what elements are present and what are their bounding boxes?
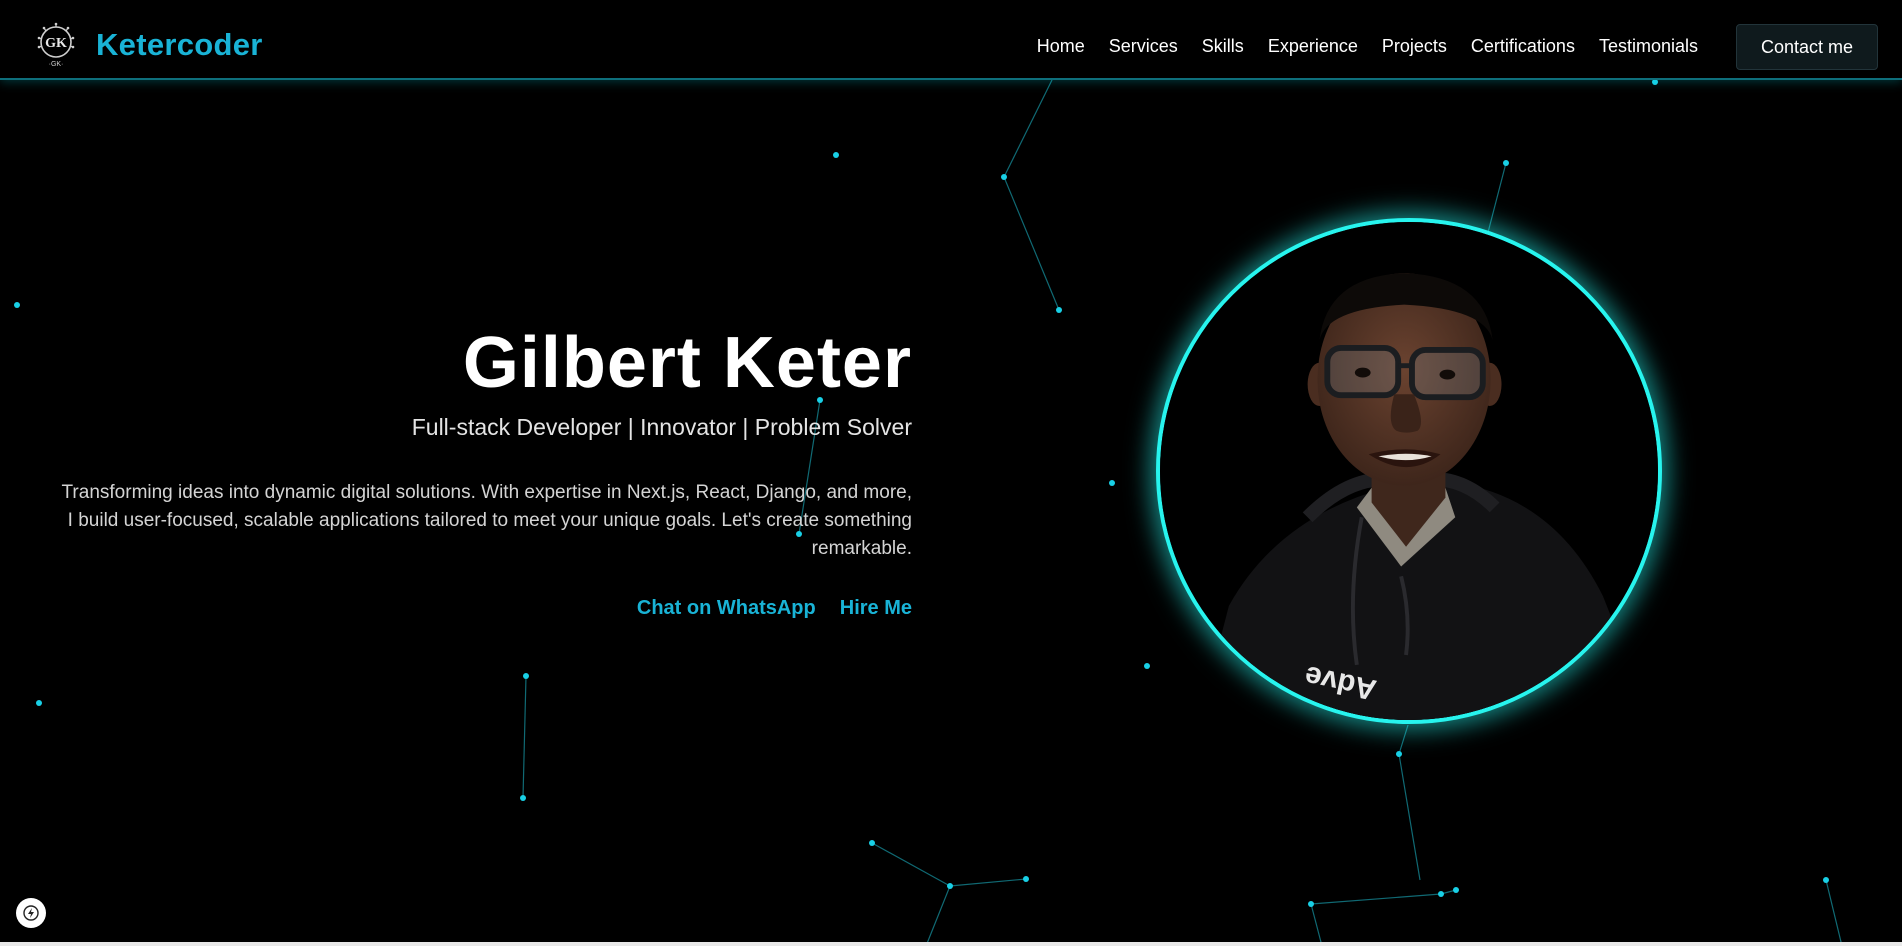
contact-me-button[interactable]: Contact me xyxy=(1736,24,1878,70)
hero-tagline: Full-stack Developer | Innovator | Probl… xyxy=(411,414,912,440)
hire-me-link[interactable]: Hire Me xyxy=(840,597,912,620)
hero-actions: Chat on WhatsApp Hire Me xyxy=(60,597,912,620)
gk-circuit-logo-icon: GK ·GK· xyxy=(37,22,75,68)
page: GK ·GK· Ketercoder Home Services Skills … xyxy=(0,0,1902,946)
nav-testimonials[interactable]: Testimonials xyxy=(1599,36,1698,57)
lightning-glyph xyxy=(23,905,39,921)
nav-experience[interactable]: Experience xyxy=(1268,36,1358,57)
nav-skills[interactable]: Skills xyxy=(1202,36,1244,57)
site-header: GK ·GK· Ketercoder Home Services Skills … xyxy=(0,0,1902,80)
hero-name: Gilbert Keter xyxy=(462,323,912,403)
logo-subtext: ·GK· xyxy=(49,61,64,68)
nav-home[interactable]: Home xyxy=(1037,36,1085,57)
hero-description: Transforming ideas into dynamic digital … xyxy=(61,482,912,559)
main-nav: Home Services Skills Experience Projects… xyxy=(1013,36,1698,57)
profile-portrait-illustration: Adve xyxy=(1160,222,1658,720)
nav-services[interactable]: Services xyxy=(1109,36,1178,57)
logo-text: GK xyxy=(45,36,67,51)
nav-certifications[interactable]: Certifications xyxy=(1471,36,1575,57)
brand[interactable]: GK ·GK· Ketercoder xyxy=(36,22,263,68)
bottom-edge-strip xyxy=(0,942,1902,946)
profile-photo: Adve xyxy=(1156,218,1662,724)
lightning-icon[interactable] xyxy=(16,898,46,928)
nav-projects[interactable]: Projects xyxy=(1382,36,1447,57)
brand-name[interactable]: Ketercoder xyxy=(96,27,263,63)
chat-on-whatsapp-link[interactable]: Chat on WhatsApp xyxy=(637,597,816,620)
hero-section: Gilbert Keter Full-stack Developer | Inn… xyxy=(60,318,912,620)
